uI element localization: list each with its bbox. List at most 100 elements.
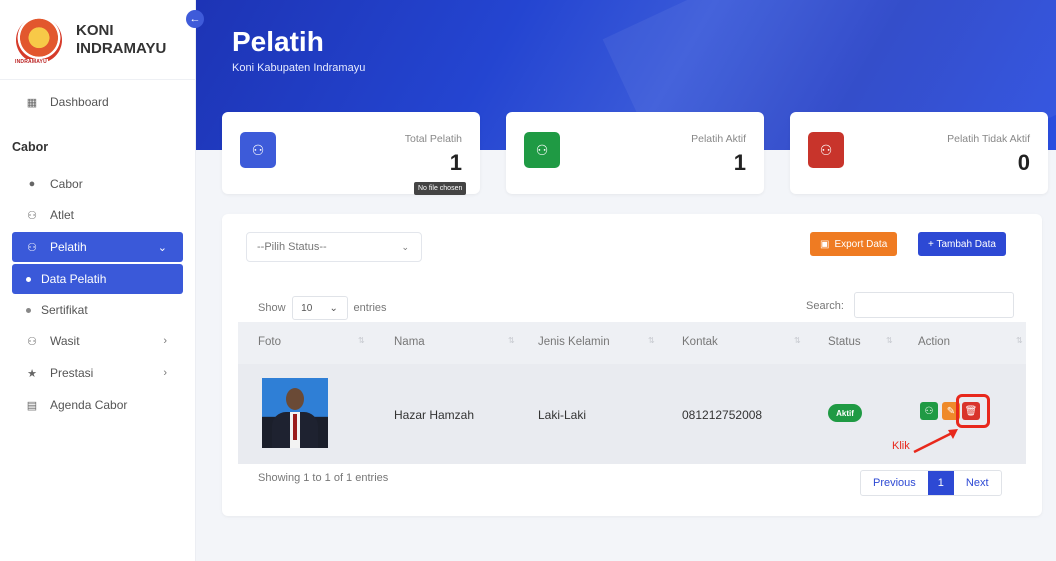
column-header-status[interactable]: Status [828, 336, 861, 348]
highlight-box [956, 394, 990, 428]
pagination-next[interactable]: Next [954, 471, 1001, 495]
pagination: Previous 1 Next [860, 470, 1002, 496]
sort-icon[interactable]: ⇅ [648, 336, 655, 345]
cell-nama: Hazar Hamzah [394, 408, 475, 422]
column-header-jenis-kelamin[interactable]: Jenis Kelamin [538, 336, 610, 348]
table-info: Showing 1 to 1 of 1 entries [258, 472, 389, 484]
page-title: Pelatih [232, 26, 324, 57]
photo-tie [293, 414, 297, 440]
column-header-nama[interactable]: Nama [394, 336, 425, 348]
bullet-icon [26, 276, 31, 282]
users-icon: ⚇ [524, 132, 560, 168]
stat-value: 1 [733, 150, 746, 175]
sidebar-subitem-label: Sertifikat [41, 303, 88, 317]
sidebar-item-agenda-cabor[interactable]: ▤ Agenda Cabor [12, 390, 183, 420]
pagination-page-1[interactable]: 1 [927, 471, 954, 495]
trophy-icon: ★ [27, 367, 37, 380]
column-header-kontak[interactable]: Kontak [682, 336, 718, 348]
coach-photo [262, 378, 328, 448]
brand[interactable]: INDRAMAYU KONI INDRAMAYU [0, 0, 195, 80]
sort-icon[interactable]: ⇅ [508, 336, 515, 345]
sort-icon[interactable]: ⇅ [794, 336, 801, 345]
sidebar-item-dashboard[interactable]: ▦ Dashboard [12, 87, 183, 117]
status-filter-value: --Pilih Status-- [257, 241, 327, 253]
entries-length-value: 10 [301, 302, 313, 314]
sidebar-item-prestasi[interactable]: ★ Prestasi › [12, 358, 183, 388]
column-header-action: Action [918, 336, 950, 348]
add-data-label: + Tambah Data [928, 238, 996, 250]
entries-label: entries [353, 302, 387, 314]
sidebar-item-label: Pelatih [50, 240, 87, 254]
sidebar-item-cabor[interactable]: ● Cabor [12, 169, 183, 199]
cell-kontak: 081212752008 [682, 408, 763, 422]
sidebar: INDRAMAYU KONI INDRAMAYU ▦ Dashboard Cab… [0, 0, 196, 561]
chevron-down-icon: ⌄ [329, 302, 338, 314]
sort-icon[interactable]: ⇅ [1016, 336, 1023, 345]
sidebar-subitem-data-pelatih[interactable]: Data Pelatih [12, 264, 183, 294]
stat-card-tidak-aktif: ⚇ Pelatih Tidak Aktif 0 [790, 112, 1048, 194]
search-label: Search: [806, 300, 844, 312]
photo-head [286, 388, 304, 410]
brand-line2: INDRAMAYU [76, 39, 167, 57]
stat-card-aktif: ⚇ Pelatih Aktif 1 [506, 112, 764, 194]
page-subtitle: Koni Kabupaten Indramayu [232, 62, 366, 74]
users-icon: ⚇ [808, 132, 844, 168]
calendar-icon: ▤ [26, 399, 38, 412]
column-header-foto[interactable]: Foto [258, 336, 281, 348]
koni-logo: INDRAMAYU [14, 16, 62, 65]
file-icon: ▣ [820, 238, 830, 250]
stat-label: Pelatih Tidak Aktif [947, 133, 1030, 145]
stat-label: Pelatih Aktif [691, 133, 746, 145]
chevron-right-icon: › [163, 367, 167, 379]
bullet-icon [26, 307, 31, 313]
annotation-arrow [913, 429, 958, 454]
status-filter-select[interactable]: --Pilih Status-- ⌄ [246, 232, 422, 262]
data-table-card: --Pilih Status-- ⌄ ▣ Export Data + Tamba… [222, 214, 1042, 516]
tooltip: No file chosen [414, 182, 467, 195]
add-data-button[interactable]: + Tambah Data [918, 232, 1006, 256]
stat-value: 1 [449, 150, 462, 175]
user-edit-icon: ⚇ [924, 405, 934, 417]
stat-value: 0 [1017, 150, 1030, 175]
sidebar-subitem-label: Data Pelatih [41, 272, 107, 286]
pagination-previous[interactable]: Previous [861, 471, 928, 495]
table-header: Foto ⇅ Nama ⇅ Jenis Kelamin ⇅ Kontak ⇅ S… [238, 322, 1026, 364]
cell-jenis-kelamin: Laki-Laki [538, 408, 587, 422]
sidebar-item-wasit[interactable]: ⚇ Wasit › [12, 326, 183, 356]
sort-icon[interactable]: ⇅ [358, 336, 365, 345]
show-label: Show [258, 302, 286, 314]
entries-length: Show 10 ⌄ entries [258, 296, 387, 320]
sidebar-subitem-sertifikat[interactable]: Sertifikat [12, 295, 183, 325]
sidebar-item-label: Prestasi [50, 366, 94, 380]
logo-text: INDRAMAYU [14, 58, 48, 65]
edit-button[interactable]: ⚇ [920, 402, 938, 420]
table-row: Hazar Hamzah Laki-Laki 081212752008 Akti… [238, 364, 1026, 464]
brand-line1: KONI [76, 21, 114, 39]
users-icon: ⚇ [27, 209, 37, 222]
sidebar-item-label: Dashboard [50, 95, 109, 109]
sidebar-collapse-button[interactable]: ← [186, 10, 204, 28]
status-badge: Aktif [828, 404, 862, 422]
stat-label: Total Pelatih [404, 133, 462, 145]
annotation-label: Klik [892, 440, 910, 452]
sidebar-item-atlet[interactable]: ⚇ Atlet [12, 200, 183, 230]
entries-length-select[interactable]: 10 ⌄ [291, 296, 348, 320]
cabor-icon: ● [28, 178, 36, 190]
chevron-down-icon: ⌄ [401, 241, 409, 252]
sidebar-section-title: Cabor [12, 140, 49, 154]
search-input[interactable] [854, 292, 1014, 318]
sidebar-item-label: Cabor [50, 177, 83, 191]
export-data-label: Export Data [834, 238, 888, 250]
sort-icon[interactable]: ⇅ [886, 336, 893, 345]
users-icon: ⚇ [27, 241, 37, 254]
dashboard-icon: ▦ [26, 96, 38, 109]
users-icon: ⚇ [27, 335, 37, 348]
export-data-button[interactable]: ▣ Export Data [810, 232, 898, 256]
pencil-icon: ✎ [946, 405, 956, 417]
sidebar-item-label: Agenda Cabor [50, 398, 128, 412]
chevron-down-icon: ⌄ [157, 241, 167, 254]
sidebar-item-pelatih[interactable]: ⚇ Pelatih ⌄ [12, 232, 183, 262]
chevron-right-icon: › [163, 335, 167, 347]
sidebar-item-label: Atlet [50, 208, 75, 222]
brand-name: KONI INDRAMAYU [76, 22, 166, 58]
